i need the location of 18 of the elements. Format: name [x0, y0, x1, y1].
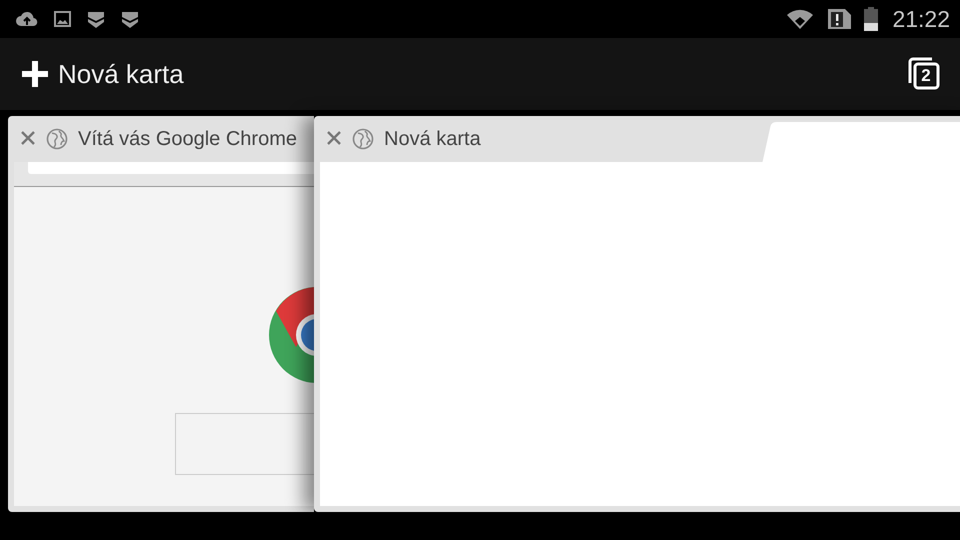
tab-card[interactable]: Nová karta [314, 116, 960, 512]
globe-icon [46, 128, 68, 150]
tab-title: Vítá vás Google Chrome [78, 128, 297, 150]
page-button[interactable] [175, 413, 314, 475]
tab-count: 2 [920, 66, 932, 86]
plus-icon [22, 61, 48, 87]
image-icon [54, 11, 71, 27]
shield-icon [121, 10, 139, 28]
tab-card[interactable]: Vítá vás Google Chrome [8, 116, 314, 512]
cloud-upload-icon [16, 11, 38, 27]
wifi-icon [786, 9, 814, 29]
tab-title: Nová karta [384, 128, 481, 150]
sim-alert-icon [826, 8, 852, 30]
globe-icon [352, 128, 374, 150]
shield-icon [87, 10, 105, 28]
battery-icon [864, 7, 878, 31]
new-tab-button[interactable]: Nová karta [22, 58, 184, 90]
clock-time: 21:22 [892, 6, 950, 32]
